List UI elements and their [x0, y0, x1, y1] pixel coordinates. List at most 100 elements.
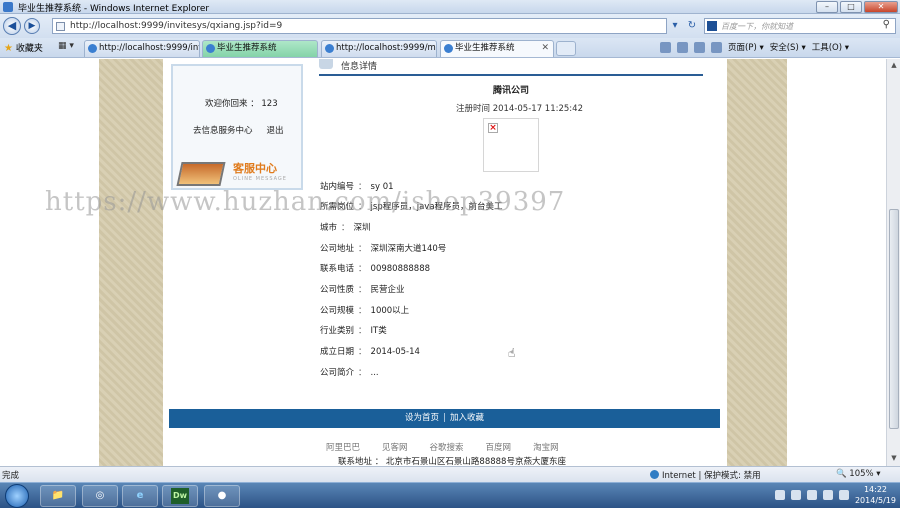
media-taskbar-icon[interactable]: ◎ — [82, 485, 118, 507]
friend-link[interactable]: 见客网 — [382, 441, 408, 453]
address-url[interactable]: http://localhost:9999/invitesys/qxiang.j… — [70, 21, 282, 31]
close-tab-icon[interactable]: ✕ — [541, 41, 549, 56]
home-icon[interactable] — [660, 41, 671, 53]
page-background-left — [99, 59, 163, 466]
search-box[interactable]: 百度一下，你就知道 ⚲ — [704, 18, 896, 34]
dropdown-icon[interactable]: ▾ — [668, 18, 682, 34]
favorites-label: 收藏夹 — [15, 44, 43, 54]
tab-3[interactable]: http://localhost:9999/my... — [321, 40, 437, 57]
field-value: 1000以上 — [370, 306, 410, 316]
ie-tab-icon — [444, 44, 453, 53]
field-row: 公司简介：... — [320, 368, 379, 378]
field-value: 2014-05-14 — [370, 347, 420, 357]
field-value: 民营企业 — [370, 285, 405, 295]
field-row: 成立日期： 2014-05-14 — [320, 347, 420, 357]
page-icon — [56, 22, 65, 31]
kefu-title: 客服中心 — [233, 162, 277, 175]
tray-icon[interactable] — [806, 490, 817, 500]
refresh-button[interactable]: ↻ — [685, 18, 699, 34]
detail-header: 信息详情 — [319, 59, 703, 76]
field-value: ... — [370, 368, 379, 378]
minimize-button[interactable]: – — [816, 1, 838, 13]
clock-time: 14:22 — [863, 485, 888, 494]
maximize-button[interactable]: □ — [840, 1, 862, 13]
tab-1[interactable]: http://localhost:9999/inv... — [84, 40, 200, 57]
forward-button[interactable]: ▶ — [24, 18, 40, 34]
tab-label: 毕业生推荐系统 — [217, 43, 277, 53]
customer-service-banner[interactable]: 客服中心 OLINE MESSAGE — [173, 156, 301, 190]
tab-4-active[interactable]: 毕业生推荐系统 ✕ — [440, 40, 554, 57]
tab-label: http://localhost:9999/inv... — [99, 43, 200, 53]
detail-header-title: 信息详情 — [341, 62, 378, 72]
print-icon[interactable] — [711, 41, 722, 53]
friend-links: 阿里巴巴 见客网 谷歌搜索 百度网 淘宝网 — [326, 441, 559, 453]
close-button[interactable]: ✕ — [864, 1, 898, 13]
quick-tabs-icon[interactable]: ▦ ▾ — [58, 41, 80, 55]
ie-tab-icon — [88, 44, 97, 53]
tab-label: 毕业生推荐系统 — [455, 43, 515, 53]
ie-taskbar-icon[interactable]: e — [122, 485, 158, 507]
field-value: 深圳深南大道140号 — [370, 244, 447, 254]
window-title: 毕业生推荐系统 - Windows Internet Explorer — [18, 4, 210, 14]
tab-2[interactable]: 毕业生推荐系统 — [202, 40, 318, 57]
friend-link[interactable]: 淘宝网 — [533, 441, 559, 453]
new-tab-button[interactable] — [556, 41, 576, 56]
tray-icon[interactable] — [790, 490, 801, 500]
field-row: 公司规模： 1000以上 — [320, 306, 410, 316]
back-button[interactable]: ◀ — [3, 17, 21, 35]
explorer-taskbar-icon[interactable]: 📁 — [40, 485, 76, 507]
user-sidebar: 欢迎你回来 ： 123 去信息服务中心 退出 客服中心 OLINE MESSAG… — [171, 64, 303, 190]
welcome-text: 欢迎你回来 ： 123 — [205, 99, 278, 109]
command-bar: 页面(P) ▾ 安全(S) ▾ 工具(O) ▾ — [660, 41, 849, 53]
search-icon[interactable]: ⚲ — [883, 19, 890, 30]
start-button[interactable] — [5, 484, 29, 508]
friend-link[interactable]: 阿里巴巴 — [326, 441, 360, 453]
zoom-level[interactable]: 🔍 105% ▾ — [836, 469, 881, 479]
status-text: 完成 — [2, 471, 20, 481]
star-icon: ★ — [4, 43, 13, 54]
add-favorite-link[interactable]: 加入收藏 — [450, 413, 484, 423]
safety-menu[interactable]: 安全(S) ▾ — [770, 41, 806, 53]
dreamweaver-taskbar-icon[interactable]: Dw — [162, 485, 198, 507]
address-bar[interactable]: http://localhost:9999/invitesys/qxiang.j… — [52, 18, 667, 34]
register-time: 注册时间 2014-05-17 11:25:42 — [456, 104, 583, 114]
field-row: 公司性质：民营企业 — [320, 285, 405, 295]
search-placeholder[interactable]: 百度一下，你就知道 — [721, 21, 793, 32]
page-menu[interactable]: 页面(P) ▾ — [728, 41, 764, 53]
set-homepage-link[interactable]: 设为首页 — [405, 413, 439, 423]
app-taskbar-icon[interactable]: ● — [204, 485, 240, 507]
scroll-up-icon[interactable]: ▲ — [889, 61, 899, 71]
feeds-icon[interactable] — [677, 41, 688, 53]
tab-row: ★ 收藏夹 ▦ ▾ http://localhost:9999/inv... 毕… — [0, 38, 900, 58]
friend-link[interactable]: 谷歌搜索 — [430, 441, 464, 453]
tray-icon[interactable] — [774, 490, 785, 500]
scroll-down-icon[interactable]: ▼ — [889, 454, 899, 464]
volume-icon[interactable] — [838, 490, 849, 500]
network-icon[interactable] — [822, 490, 833, 500]
ie-tab-icon — [206, 44, 215, 53]
system-tray: 14:22 2014/5/19 — [774, 484, 896, 506]
tools-menu[interactable]: 工具(O) ▾ — [812, 41, 849, 53]
favorites-button[interactable]: ★ 收藏夹 — [4, 41, 43, 54]
hand-cursor-icon: ☝ — [508, 346, 516, 360]
address-toolbar: ◀ ▶ http://localhost:9999/invitesys/qxia… — [0, 14, 900, 38]
footer-nav-bar: 设为首页 | 加入收藏 — [169, 409, 720, 428]
field-row: 城市：深圳 — [320, 223, 371, 233]
windows-taskbar: 📁 ◎ e Dw ● 14:22 2014/5/19 — [0, 482, 900, 508]
mail-icon[interactable] — [694, 41, 705, 53]
company-name: 腾讯公司 — [493, 86, 530, 96]
tab-label: http://localhost:9999/my... — [336, 43, 437, 53]
clock-date: 2014/5/19 — [854, 496, 896, 505]
field-row: 公司地址：深圳深南大道140号 — [320, 244, 447, 254]
service-center-link[interactable]: 去信息服务中心 — [193, 124, 253, 136]
ie-app-icon — [3, 2, 13, 12]
vertical-scrollbar[interactable]: ▲ ▼ — [886, 59, 900, 466]
logout-link[interactable]: 退出 — [267, 124, 284, 136]
scroll-thumb[interactable] — [889, 209, 899, 429]
friend-link[interactable]: 百度网 — [486, 441, 512, 453]
kefu-subtitle: OLINE MESSAGE — [233, 176, 287, 182]
clock[interactable]: 14:22 2014/5/19 — [855, 484, 896, 506]
footer-divider: | — [443, 413, 446, 423]
field-value: 深圳 — [353, 223, 371, 233]
company-logo-image: × — [483, 118, 539, 172]
